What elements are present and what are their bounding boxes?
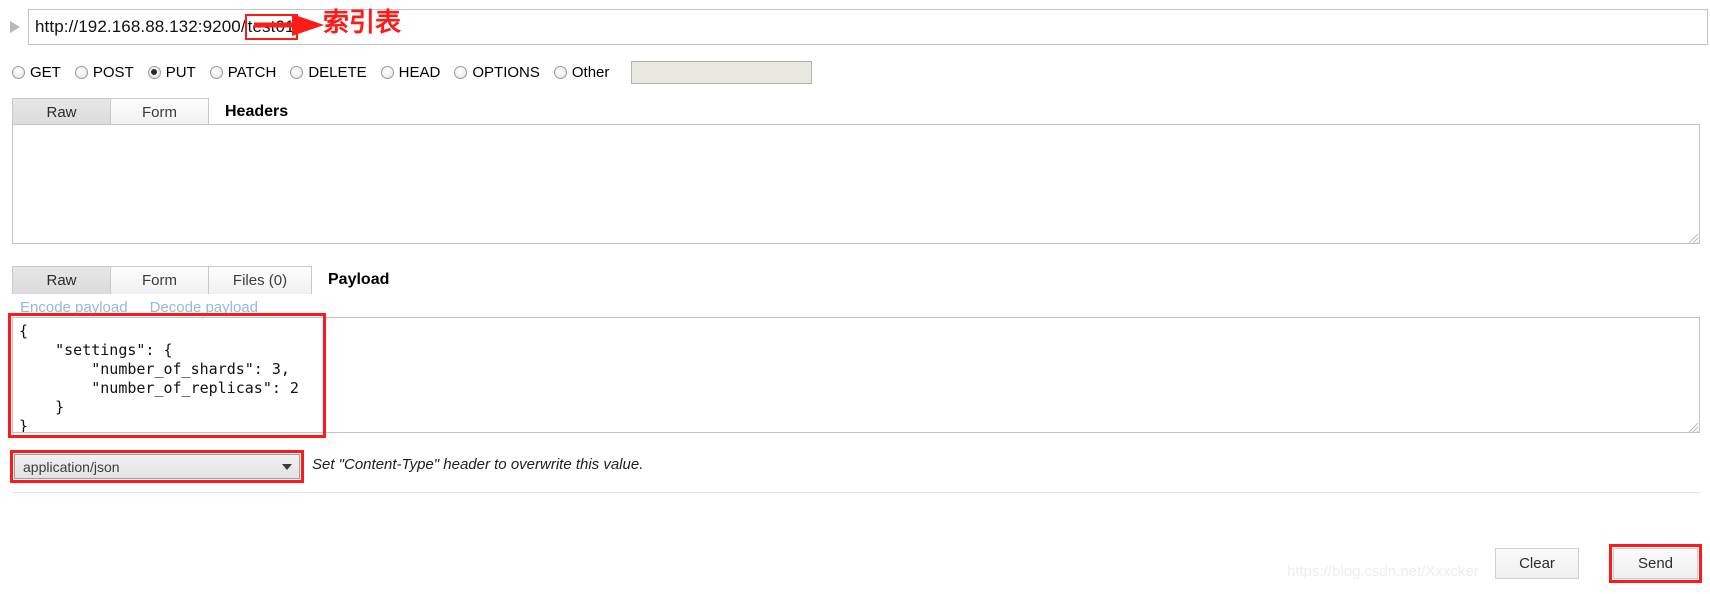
method-other[interactable]: Other	[553, 63, 610, 81]
url-index-highlight: test01	[244, 14, 298, 40]
method-get-label: GET	[30, 63, 61, 81]
content-type-hint: Set "Content-Type" header to overwrite t…	[312, 456, 644, 473]
radio-options-icon[interactable]	[454, 65, 468, 79]
footer-divider	[12, 492, 1700, 493]
url-base-text: http://192.168.88.132:9200/	[35, 17, 246, 36]
radio-delete-icon[interactable]	[290, 65, 304, 79]
http-method-group: GET POST PUT PATCH DELETE HEAD OPTIONS O…	[12, 58, 813, 86]
method-head-label: HEAD	[398, 63, 441, 81]
tab-payload-raw[interactable]: Raw	[12, 266, 111, 294]
content-type-value: application/json	[23, 458, 120, 475]
expand-triangle-icon[interactable]	[4, 6, 26, 48]
radio-put-icon[interactable]	[147, 65, 161, 79]
tab-headers-raw[interactable]: Raw	[12, 98, 111, 126]
method-other-label: Other	[571, 63, 610, 81]
headers-textarea[interactable]	[12, 124, 1700, 244]
radio-post-icon[interactable]	[74, 65, 88, 79]
headers-section-title: Headers	[225, 103, 289, 120]
method-delete[interactable]: DELETE	[290, 63, 367, 81]
watermark-text: https://blog.csdn.net/Xxxcker	[1287, 563, 1479, 580]
other-method-input[interactable]	[631, 60, 813, 84]
method-head[interactable]: HEAD	[380, 63, 441, 81]
radio-get-icon[interactable]	[12, 65, 25, 79]
method-post[interactable]: POST	[74, 63, 134, 81]
payload-tabstrip: Raw Form Files (0) Payload	[12, 264, 389, 294]
clear-button[interactable]: Clear	[1495, 548, 1579, 579]
url-row: http://192.168.88.132:9200/test01	[0, 6, 1710, 48]
method-delete-label: DELETE	[308, 63, 367, 81]
payload-section-title: Payload	[328, 271, 390, 288]
tab-headers-form[interactable]: Form	[110, 98, 209, 126]
radio-other-icon[interactable]	[553, 65, 567, 79]
method-put[interactable]: PUT	[147, 63, 196, 81]
annotation-text: 索引表	[323, 8, 402, 38]
method-options[interactable]: OPTIONS	[454, 64, 540, 81]
payload-textarea[interactable]: { "settings": { "number_of_shards": 3, "…	[12, 317, 1700, 433]
method-put-label: PUT	[165, 63, 196, 81]
url-input[interactable]: http://192.168.88.132:9200/test01	[28, 9, 1708, 45]
chevron-down-icon	[282, 464, 292, 470]
tab-payload-form[interactable]: Form	[110, 266, 209, 294]
encode-payload-link[interactable]: Encode payload	[20, 299, 128, 316]
rest-client-window: http://192.168.88.132:9200/test01 索引表 GE…	[0, 0, 1710, 594]
content-type-select[interactable]: application/json	[14, 454, 300, 479]
decode-payload-link[interactable]: Decode payload	[150, 299, 258, 316]
send-button[interactable]: Send	[1613, 548, 1698, 579]
payload-codec-links: Encode payload Decode payload	[20, 299, 258, 316]
method-get[interactable]: GET	[12, 64, 61, 81]
method-patch[interactable]: PATCH	[209, 63, 277, 81]
radio-patch-icon[interactable]	[209, 65, 223, 79]
method-post-label: POST	[92, 63, 134, 81]
radio-head-icon[interactable]	[380, 65, 394, 79]
tab-payload-files[interactable]: Files (0)	[208, 266, 312, 294]
headers-tabstrip: Raw Form Headers	[12, 96, 288, 126]
triangle-right-icon	[10, 21, 20, 33]
method-options-label: OPTIONS	[472, 63, 540, 81]
method-patch-label: PATCH	[227, 63, 277, 81]
